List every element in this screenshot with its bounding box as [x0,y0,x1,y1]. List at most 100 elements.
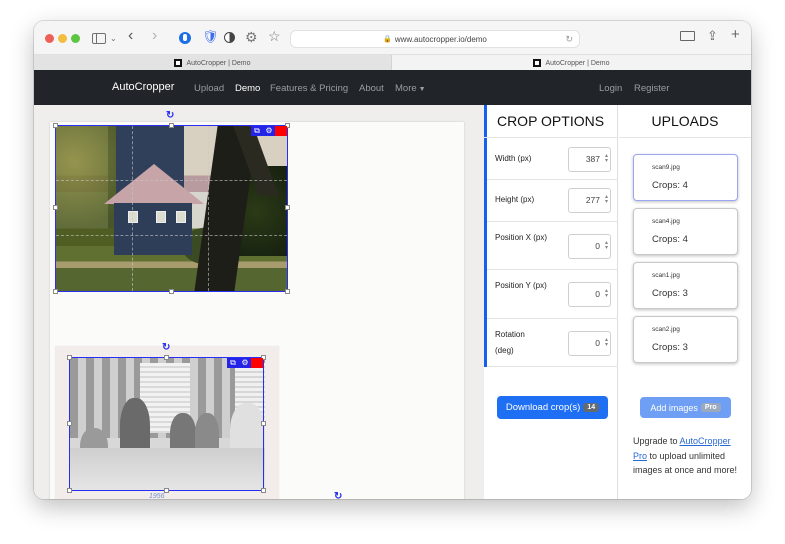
nav-about[interactable]: About [359,83,384,94]
gear-icon[interactable]: ⚙ [239,358,251,368]
brand-logo[interactable]: AutoCropper [112,81,174,93]
spinner-icon[interactable]: ▴ ▾ [605,337,608,348]
nav-upload[interactable]: Upload [194,83,224,94]
upload-crop-count: Crops: 3 [652,342,688,353]
open-crop-icon[interactable]: ⧉ [251,126,263,136]
sidebar-toggle-icon[interactable] [92,33,106,44]
new-tab-icon[interactable]: + [731,27,740,43]
rotation-value: 0 [595,338,600,348]
maximize-window-button[interactable] [71,34,80,43]
resize-handle[interactable] [53,289,58,294]
shield-check-icon[interactable]: 🛡 [202,29,219,45]
uploads-panel: UPLOADS scan9.jpg Crops: 4 scan4.jpg Cro… [619,105,751,499]
url-text: www.autocropper.io/demo [394,34,487,44]
favicon-icon [174,59,183,67]
contrast-icon[interactable] [224,32,235,43]
nav-more[interactable]: More ▼ [395,83,426,94]
star-icon[interactable]: ☆ [268,28,281,44]
field-position-y: Position Y (px) 0 ▴ ▾ [487,270,618,319]
spinner-icon[interactable]: ▴ ▾ [605,194,608,205]
upload-crop-count: Crops: 3 [652,288,688,299]
width-label: Width (px) [495,154,532,163]
tab-autocropper-demo-2[interactable]: AutoCropper | Demo [392,55,751,71]
open-crop-icon[interactable]: ⧉ [227,358,239,368]
resize-handle[interactable] [164,355,169,360]
nav-more-label: More [395,83,417,94]
spinner-icon[interactable]: ▴ ▾ [605,288,608,299]
crop-toolbar: ⧉ ⚙ [227,358,263,368]
position-y-input[interactable]: 0 ▴ ▾ [568,282,611,307]
width-value: 387 [585,154,600,164]
upload-card[interactable]: scan9.jpg Crops: 4 [633,154,738,201]
upload-filename: scan4.jpg [652,218,680,225]
position-x-input[interactable]: 0 ▴ ▾ [568,234,611,259]
tab-label: AutoCropper | Demo [186,59,251,67]
resize-handle[interactable] [169,123,174,128]
close-window-button[interactable] [45,34,54,43]
address-bar[interactable]: 🔒 www.autocropper.io/demo ↻ [290,30,580,48]
chevron-down-icon[interactable]: ⌄ [110,31,117,47]
favicon-icon [533,59,542,67]
height-input[interactable]: 277 ▴ ▾ [568,188,611,213]
crop-canvas[interactable]: ⧉ ⚙ ↻ 1956 ⧉ ⚙ ↻ ↻ [34,105,484,499]
nav-register[interactable]: Register [634,83,669,94]
nav-login[interactable]: Login [599,83,622,94]
resize-handle[interactable] [67,421,72,426]
back-icon[interactable]: ‹ [128,28,133,44]
crop-options-panel: CROP OPTIONS Width (px) 387 ▴ ▾ Height (px… [484,105,618,499]
field-position-x: Position X (px) 0 ▴ ▾ [487,222,618,270]
crop-options-title: CROP OPTIONS [484,105,617,138]
upload-card[interactable]: scan2.jpg Crops: 3 [633,316,738,363]
resize-handle[interactable] [285,289,290,294]
upload-card[interactable]: scan4.jpg Crops: 4 [633,208,738,255]
resize-handle[interactable] [285,205,290,210]
add-images-button[interactable]: Add images Pro [640,397,731,418]
spinner-icon[interactable]: ▴ ▾ [605,240,608,251]
browser-window: ⌄ ‹ › 🛡 ⚙ ☆ 🔒 www.autocropper.io/demo ↻ … [34,21,751,499]
nav-demo[interactable]: Demo [235,83,260,94]
resize-handle[interactable] [53,123,58,128]
upgrade-prefix: Upgrade to [633,436,680,446]
page-content: ⧉ ⚙ ↻ 1956 ⧉ ⚙ ↻ ↻ CROP OPTIONS Width (p… [34,105,751,499]
minimize-window-button[interactable] [58,34,67,43]
photo-caption: 1956 [149,493,165,499]
resize-handle[interactable] [53,205,58,210]
rotate-icon[interactable]: ↻ [162,342,170,353]
upload-crop-count: Crops: 4 [652,180,688,191]
delete-crop-button[interactable] [275,126,287,136]
crop-count-badge: 14 [583,403,600,412]
height-label: Height (px) [495,195,535,204]
notes-icon[interactable] [680,31,695,41]
resize-handle[interactable] [169,289,174,294]
extension-hand-icon[interactable] [179,32,191,44]
rotate-icon[interactable]: ↻ [334,491,342,499]
resize-handle[interactable] [261,488,266,493]
share-icon[interactable]: ⇪ [707,28,718,44]
nav-features-pricing[interactable]: Features & Pricing [270,83,348,94]
crop-toolbar: ⧉ ⚙ [251,126,287,136]
delete-crop-button[interactable] [251,358,263,368]
crop-box-family[interactable]: ⧉ ⚙ [67,355,266,493]
download-crops-button[interactable]: Download crop(s) 14 [497,396,608,419]
resize-handle[interactable] [164,488,169,493]
spinner-icon[interactable]: ▴ ▾ [605,153,608,164]
resize-handle[interactable] [261,421,266,426]
uploads-title: UPLOADS [619,105,751,138]
tab-autocropper-demo-1[interactable]: AutoCropper | Demo [34,55,392,71]
browser-toolbar: ⌄ ‹ › 🛡 ⚙ ☆ 🔒 www.autocropper.io/demo ↻ … [34,21,751,54]
width-input[interactable]: 387 ▴ ▾ [568,147,611,172]
lock-icon: 🔒 [383,36,392,43]
position-y-label: Position Y (px) [495,281,547,290]
resize-handle[interactable] [67,355,72,360]
gear-icon[interactable]: ⚙ [263,126,275,136]
upload-filename: scan9.jpg [652,164,680,171]
crop-box-house[interactable]: ⧉ ⚙ [53,123,290,294]
gear-icon[interactable]: ⚙ [245,29,258,45]
rotate-icon[interactable]: ↻ [166,110,174,121]
reload-icon[interactable]: ↻ [565,34,573,45]
upgrade-message: Upgrade to AutoCropper Pro to upload unl… [633,434,738,478]
rotation-input[interactable]: 0 ▴ ▾ [568,331,611,356]
forward-icon[interactable]: › [152,28,157,44]
resize-handle[interactable] [67,488,72,493]
upload-card[interactable]: scan1.jpg Crops: 3 [633,262,738,309]
